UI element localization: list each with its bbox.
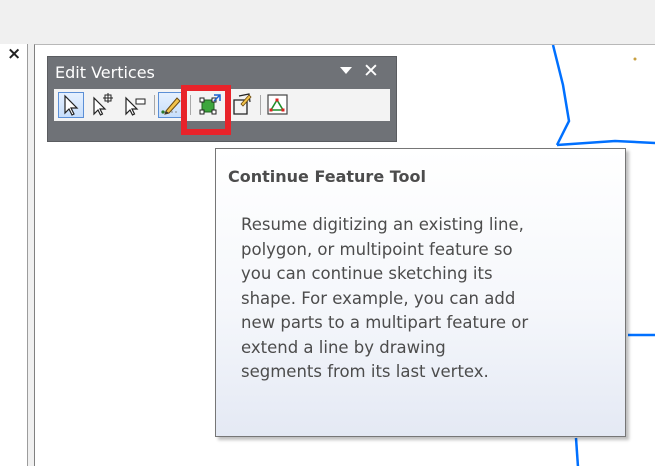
- sketch-properties-icon: [267, 94, 288, 115]
- tooltip-line: shape. For example, you can add: [241, 288, 516, 308]
- add-vertex-button[interactable]: [90, 92, 116, 118]
- toolbar-close-icon[interactable]: ✕: [363, 61, 379, 81]
- trim-icon: [233, 93, 252, 115]
- toolbar-dropdown-icon[interactable]: [340, 67, 352, 74]
- map-polyline-right: [556, 139, 655, 147]
- map-polyline-bottom: [574, 437, 580, 466]
- add-vertex-icon: [93, 93, 113, 116]
- continue-feature-highlight: [181, 85, 231, 135]
- app-window: × Edit Vertices ✕ Continue Feature Tool …: [0, 0, 655, 466]
- continue-feature-tooltip: Continue Feature Tool Resume digitizing …: [215, 148, 626, 437]
- arrow-select-icon: [64, 94, 79, 116]
- tooltip-description: Resume digitizing an existing line, poly…: [241, 213, 611, 385]
- tooltip-line: new parts to a multipart feature or: [241, 313, 529, 332]
- map-polyline-upper: [551, 45, 571, 146]
- trim-tool-button[interactable]: [229, 92, 255, 118]
- tooltip-line: extend a line by drawing: [241, 337, 446, 357]
- tooltip-line: segments from its last vertex.: [241, 362, 489, 381]
- left-dock-panel: [0, 44, 28, 466]
- edit-vertices-pointer-button[interactable]: [58, 92, 84, 118]
- pencil-icon: [161, 97, 181, 115]
- left-panel-close-icon[interactable]: ×: [7, 46, 21, 63]
- tooltip-line: polygon, or multipoint feature so: [241, 239, 513, 259]
- map-vertex-dot: [633, 57, 637, 61]
- tooltip-line: Resume digitizing an existing line,: [241, 215, 524, 234]
- sketch-properties-button[interactable]: [265, 92, 291, 118]
- toolbar-title: Edit Vertices: [55, 63, 155, 82]
- delete-vertex-icon: [125, 96, 146, 116]
- tooltip-title: Continue Feature Tool: [228, 167, 426, 186]
- toolbar-separator: [260, 95, 261, 115]
- delete-vertex-button[interactable]: [122, 92, 148, 118]
- tooltip-line: you can continue sketching its: [241, 264, 493, 283]
- toolbar-separator: [154, 95, 155, 115]
